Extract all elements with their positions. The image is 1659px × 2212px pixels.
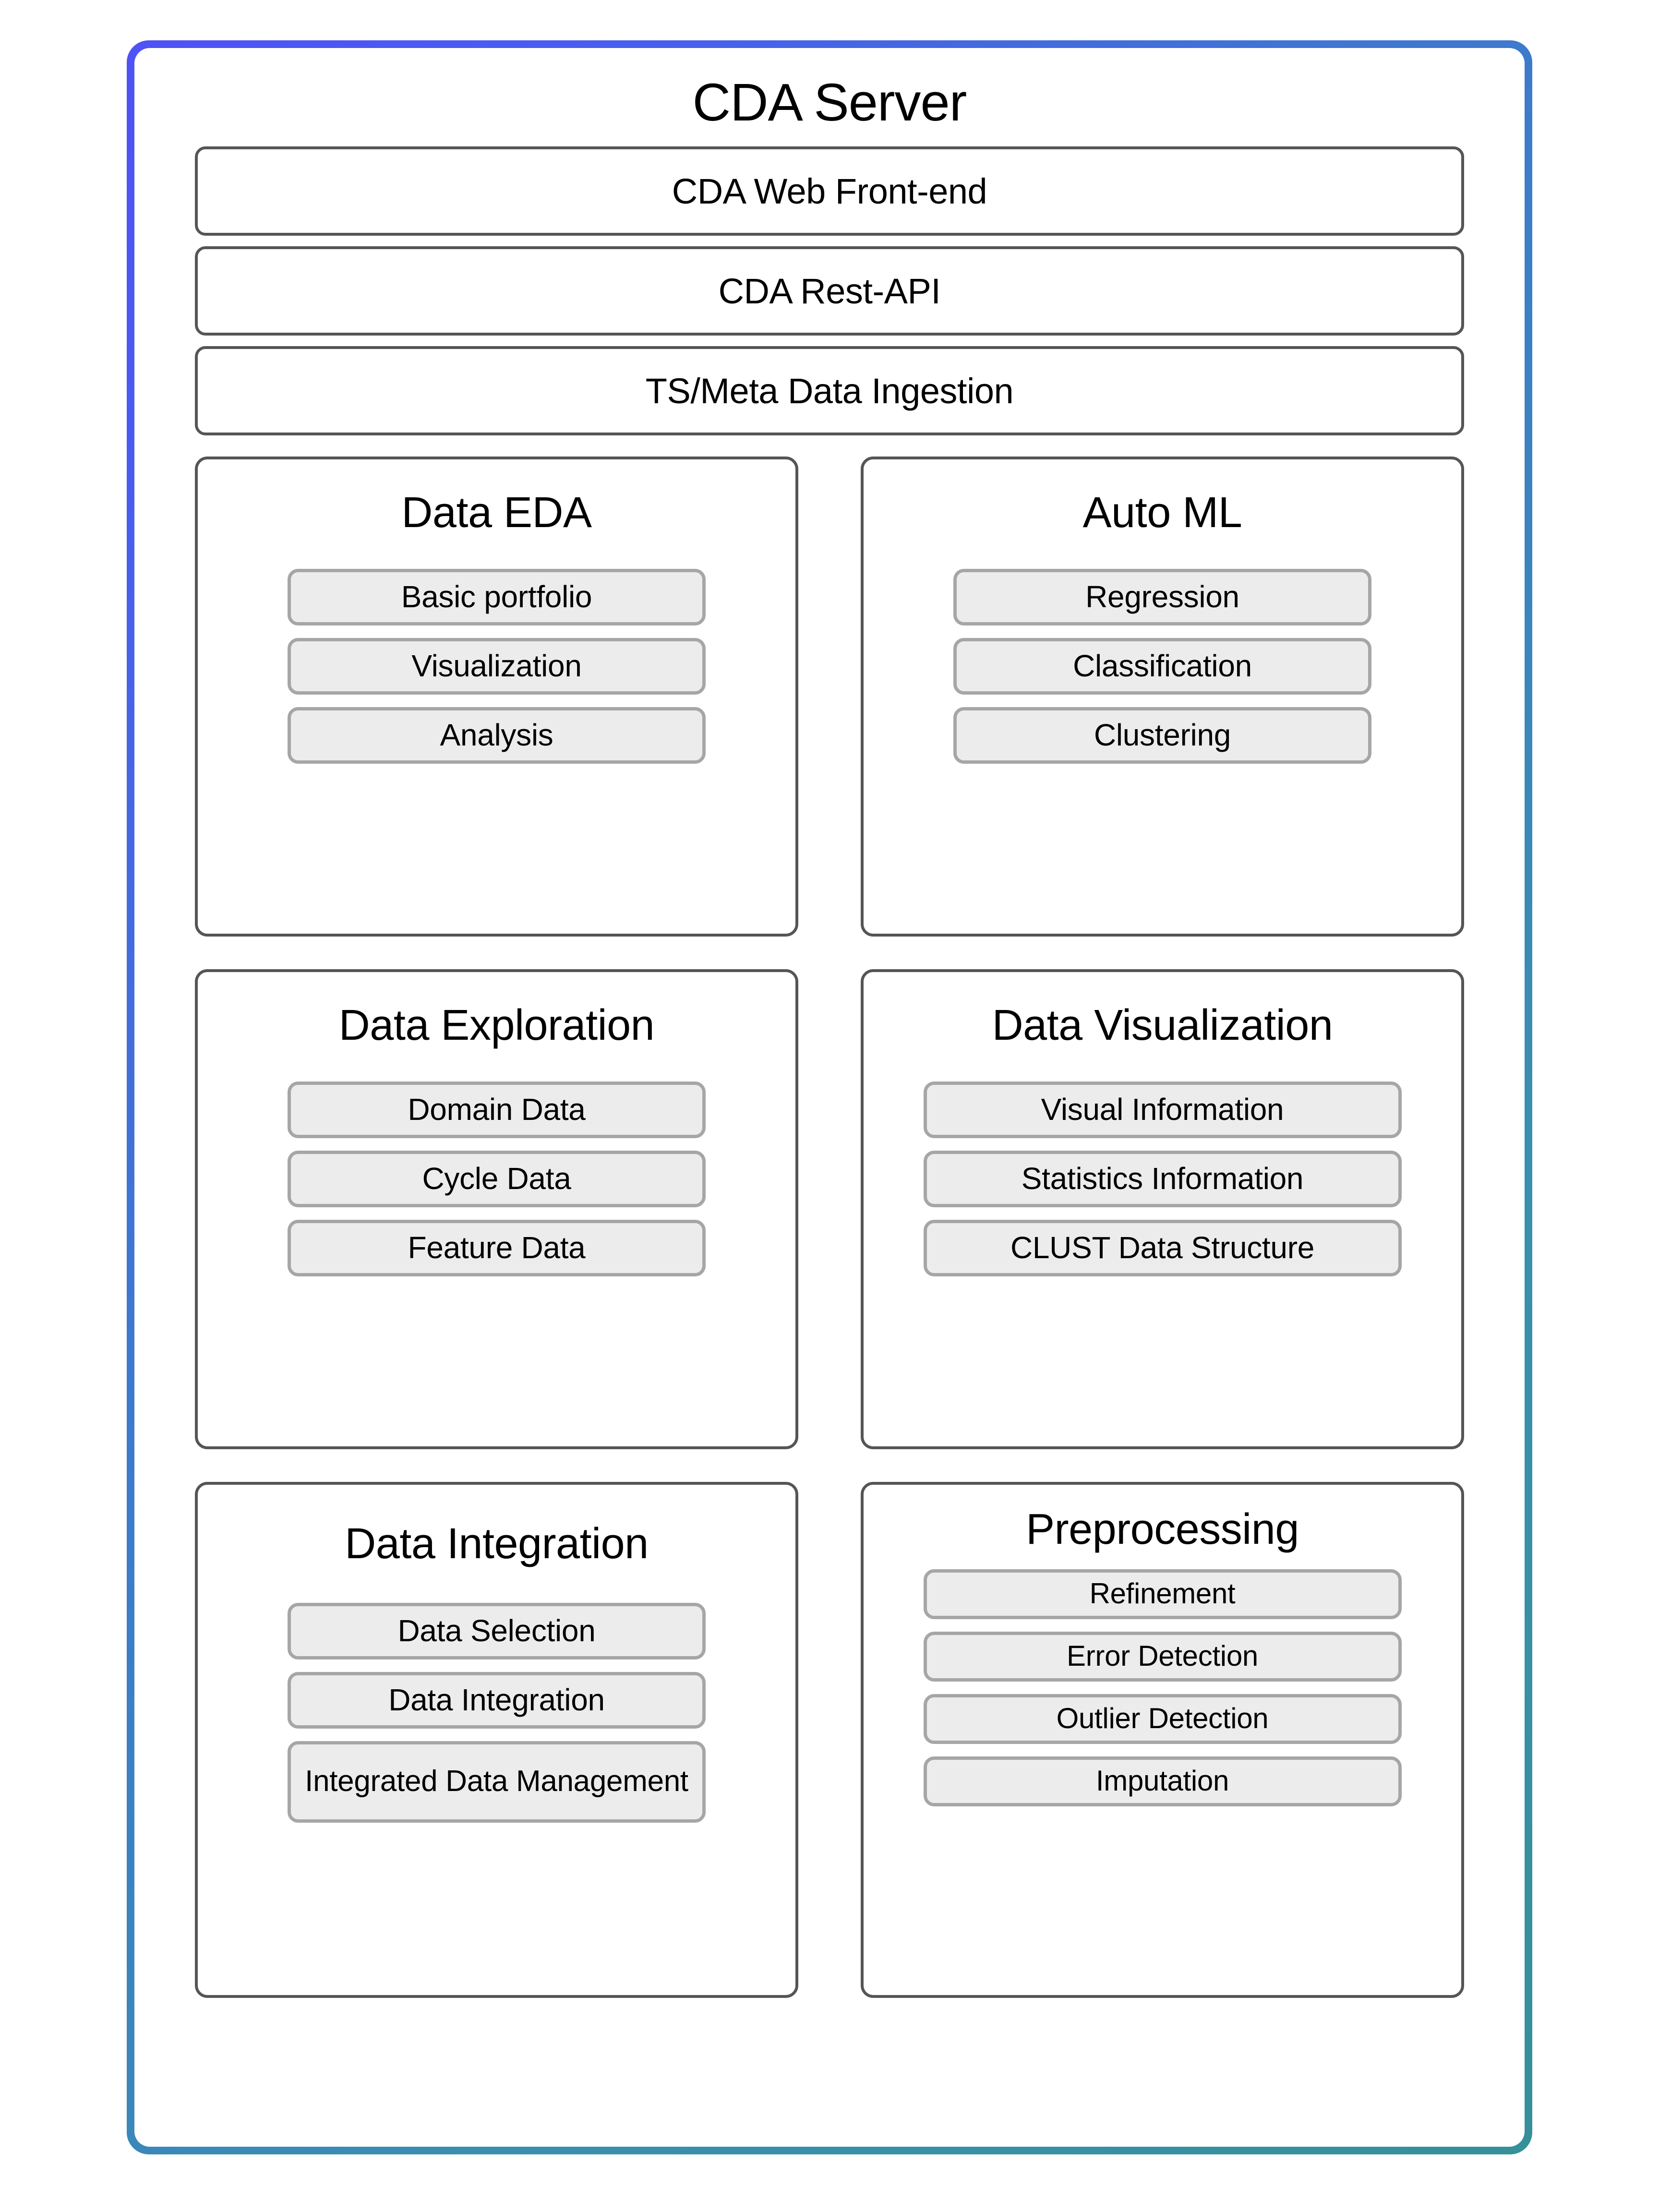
layer-bar-rest-api[interactable]: CDA Rest-API [195,246,1464,336]
module-card-data-visualization[interactable]: Data Visualization Visual Information St… [861,969,1464,1450]
module-item[interactable]: Classification [953,637,1372,695]
cda-server-panel: CDA Server CDA Web Front-end CDA Rest-AP… [134,48,1525,2147]
module-item-label: Outlier Detection [1056,1702,1269,1735]
module-item[interactable]: Clustering [953,707,1372,764]
module-item[interactable]: Data Integration [287,1671,706,1729]
module-item-list: Refinement Error Detection Outlier Detec… [864,1569,1461,1806]
module-card-auto-ml[interactable]: Auto ML Regression Classification Cluste… [861,457,1464,937]
module-item[interactable]: Visualization [287,637,706,695]
module-card-preprocessing[interactable]: Preprocessing Refinement Error Detection… [861,1482,1464,1998]
module-item-label: Basic portfolio [401,579,592,614]
module-item-label: Refinement [1089,1577,1236,1610]
layer-bar-label: CDA Web Front-end [672,171,987,211]
module-card-grid: Data EDA Basic portfolio Visualization A… [195,457,1464,1998]
module-item[interactable]: Regression [953,568,1372,625]
module-card-data-eda[interactable]: Data EDA Basic portfolio Visualization A… [195,457,798,937]
module-item[interactable]: Domain Data [287,1081,706,1138]
module-item-label: Statistics Information [1021,1161,1304,1196]
module-card-title: Data Visualization [992,1001,1333,1050]
module-item-label: Analysis [440,718,553,753]
module-card-title: Preprocessing [1026,1505,1299,1554]
module-item[interactable]: Cycle Data [287,1150,706,1207]
page-title: CDA Server [692,73,967,132]
module-item[interactable]: Analysis [287,707,706,764]
module-card-data-exploration[interactable]: Data Exploration Domain Data Cycle Data … [195,969,798,1450]
module-card-title: Auto ML [1082,489,1242,537]
layer-bar-stack: CDA Web Front-end CDA Rest-API TS/Meta D… [195,146,1464,446]
server-gradient-frame: CDA Server CDA Web Front-end CDA Rest-AP… [127,40,1532,2154]
module-item[interactable]: Feature Data [287,1219,706,1276]
module-item-label: Imputation [1095,1765,1229,1797]
module-item-list: Visual Information Statistics Informatio… [864,1081,1461,1276]
module-item-label: Classification [1073,649,1252,684]
module-item-label: Cycle Data [422,1161,571,1196]
module-item[interactable]: Visual Information [923,1081,1402,1138]
layer-bar-web-frontend[interactable]: CDA Web Front-end [195,146,1464,236]
module-item[interactable]: Error Detection [923,1631,1402,1682]
module-item-label: Regression [1085,579,1239,614]
module-item-label: Data Integration [388,1683,605,1718]
module-item-label: Clustering [1094,718,1231,753]
module-item[interactable]: Refinement [923,1569,1402,1619]
module-item-label: CLUST Data Structure [1010,1230,1315,1265]
module-item-label: Domain Data [408,1092,586,1127]
module-item-label: Visual Information [1041,1092,1284,1127]
module-item-label: Error Detection [1067,1640,1258,1672]
module-item[interactable]: Outlier Detection [923,1694,1402,1744]
module-item[interactable]: Integrated Data Management [287,1741,706,1823]
module-item-label: Feature Data [408,1230,586,1265]
module-item-label: Integrated Data Management [305,1765,688,1798]
layer-bar-data-ingestion[interactable]: TS/Meta Data Ingestion [195,346,1464,436]
module-card-title: Data EDA [401,489,592,537]
layer-bar-label: TS/Meta Data Ingestion [645,371,1014,411]
layer-bar-label: CDA Rest-API [718,271,941,311]
module-card-data-integration[interactable]: Data Integration Data Selection Data Int… [195,1482,798,1998]
module-item[interactable]: Basic portfolio [287,568,706,625]
module-item[interactable]: Imputation [923,1756,1402,1806]
module-item-label: Data Selection [397,1613,596,1648]
module-item-list: Domain Data Cycle Data Feature Data [198,1081,795,1276]
module-item-list: Regression Classification Clustering [864,568,1461,764]
module-item-list: Data Selection Data Integration Integrat… [198,1602,795,1823]
module-card-title: Data Integration [345,1520,649,1568]
module-item[interactable]: Data Selection [287,1602,706,1659]
module-item[interactable]: Statistics Information [923,1150,1402,1207]
module-item[interactable]: CLUST Data Structure [923,1219,1402,1276]
module-card-title: Data Exploration [338,1001,655,1050]
module-item-label: Visualization [411,649,582,684]
module-item-list: Basic portfolio Visualization Analysis [198,568,795,764]
